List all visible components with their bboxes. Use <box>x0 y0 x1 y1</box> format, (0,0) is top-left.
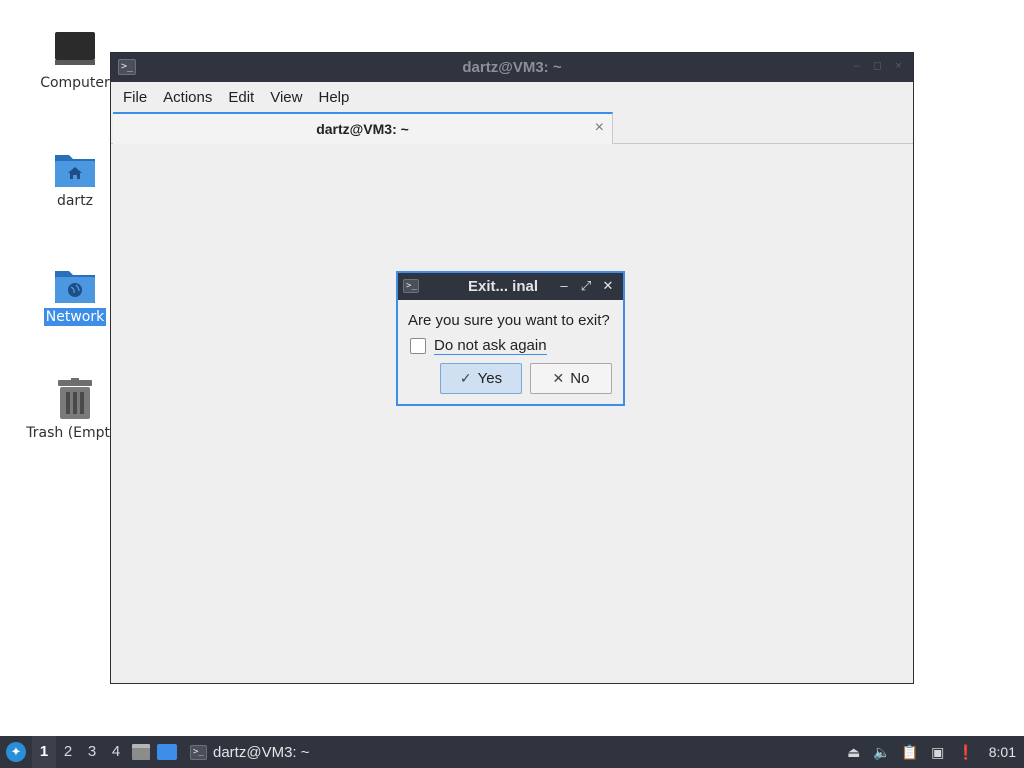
check-icon: ✓ <box>459 370 472 386</box>
taskbar: ✦ 1 2 3 4 >_ dartz@VM3: ~ ⏏ 🔈 📋 ▣ ❗ 8:01 <box>0 736 1024 768</box>
dialog-titlebar[interactable]: >_ Exit... inal – ⤢ ✕ <box>398 273 623 300</box>
eject-icon[interactable]: ⏏ <box>845 743 863 761</box>
minimize-icon[interactable]: – <box>850 60 863 73</box>
desktop-icon-label: dartz <box>56 193 94 209</box>
tab-terminal[interactable]: dartz@VM3: ~ × <box>113 112 613 144</box>
network-folder-icon <box>54 256 96 304</box>
menu-file[interactable]: File <box>115 89 155 106</box>
desktop-icon <box>157 744 177 760</box>
computer-icon <box>54 22 96 70</box>
yes-button[interactable]: ✓ Yes <box>440 363 522 394</box>
desktop-icon-home-folder[interactable]: dartz <box>28 140 122 210</box>
yes-button-label: Yes <box>477 370 503 387</box>
file-manager-launcher[interactable] <box>128 736 154 768</box>
tab-close-icon[interactable]: × <box>595 119 604 137</box>
close-icon[interactable]: × <box>892 60 905 73</box>
window-titlebar[interactable]: >_ dartz@VM3: ~ – ◻ × <box>111 53 913 82</box>
trash-icon <box>55 372 95 420</box>
tab-title: dartz@VM3: ~ <box>316 121 409 137</box>
task-label: dartz@VM3: ~ <box>213 743 310 761</box>
menu-view[interactable]: View <box>262 89 310 106</box>
taskbar-task-terminal[interactable]: >_ dartz@VM3: ~ <box>184 736 316 768</box>
distro-logo-icon: ✦ <box>6 742 26 762</box>
window-controls: – ◻ × <box>850 60 905 73</box>
do-not-ask-checkbox[interactable] <box>410 338 426 354</box>
workspace-4[interactable]: 4 <box>104 736 128 768</box>
workspace-1[interactable]: 1 <box>32 736 56 768</box>
close-icon[interactable]: ✕ <box>601 278 615 294</box>
file-manager-icon <box>132 744 150 760</box>
menubar: File Actions Edit View Help <box>111 82 913 112</box>
update-notifier-icon[interactable]: ❗ <box>957 743 975 761</box>
home-folder-icon <box>54 140 96 188</box>
desktop-icon-computer[interactable]: Computer <box>28 22 122 92</box>
menu-actions[interactable]: Actions <box>155 89 220 106</box>
clipboard-icon[interactable]: 📋 <box>901 743 919 761</box>
no-button[interactable]: ✕ No <box>530 363 612 394</box>
terminal-icon: >_ <box>190 744 207 760</box>
desktop-icon-label: Network <box>43 308 107 326</box>
browser-launcher[interactable] <box>154 736 180 768</box>
system-tray: ⏏ 🔈 📋 ▣ ❗ 8:01 <box>845 743 1024 761</box>
desktop-icon-trash[interactable]: Trash (Empty) <box>26 372 124 442</box>
dialog-title: Exit... inal <box>468 278 539 295</box>
minimize-icon[interactable]: – <box>557 278 571 294</box>
terminal-app-icon: >_ <box>403 279 419 293</box>
maximize-icon[interactable]: ⤢ <box>579 278 593 294</box>
do-not-ask-row[interactable]: Do not ask again <box>410 337 547 355</box>
workspace-3[interactable]: 3 <box>80 736 104 768</box>
dialog-window-controls: – ⤢ ✕ <box>557 278 615 294</box>
exit-dialog: >_ Exit... inal – ⤢ ✕ Are you sure you w… <box>396 271 625 406</box>
tab-bar: dartz@VM3: ~ × <box>111 112 913 144</box>
volume-icon[interactable]: 🔈 <box>873 743 891 761</box>
window-title: dartz@VM3: ~ <box>462 59 562 76</box>
start-menu-button[interactable]: ✦ <box>0 736 32 768</box>
clock[interactable]: 8:01 <box>989 744 1016 760</box>
no-button-label: No <box>570 370 590 387</box>
workspace-2[interactable]: 2 <box>56 736 80 768</box>
menu-edit[interactable]: Edit <box>220 89 262 106</box>
desktop-icon-network[interactable]: Network <box>28 256 122 326</box>
maximize-icon[interactable]: ◻ <box>871 60 884 73</box>
network-icon[interactable]: ▣ <box>929 743 947 761</box>
dialog-question: Are you sure you want to exit? <box>408 312 610 329</box>
desktop-icon-label: Computer <box>40 75 110 91</box>
menu-help[interactable]: Help <box>310 89 357 106</box>
do-not-ask-label[interactable]: Do not ask again <box>434 337 547 355</box>
x-icon: ✕ <box>552 370 565 386</box>
